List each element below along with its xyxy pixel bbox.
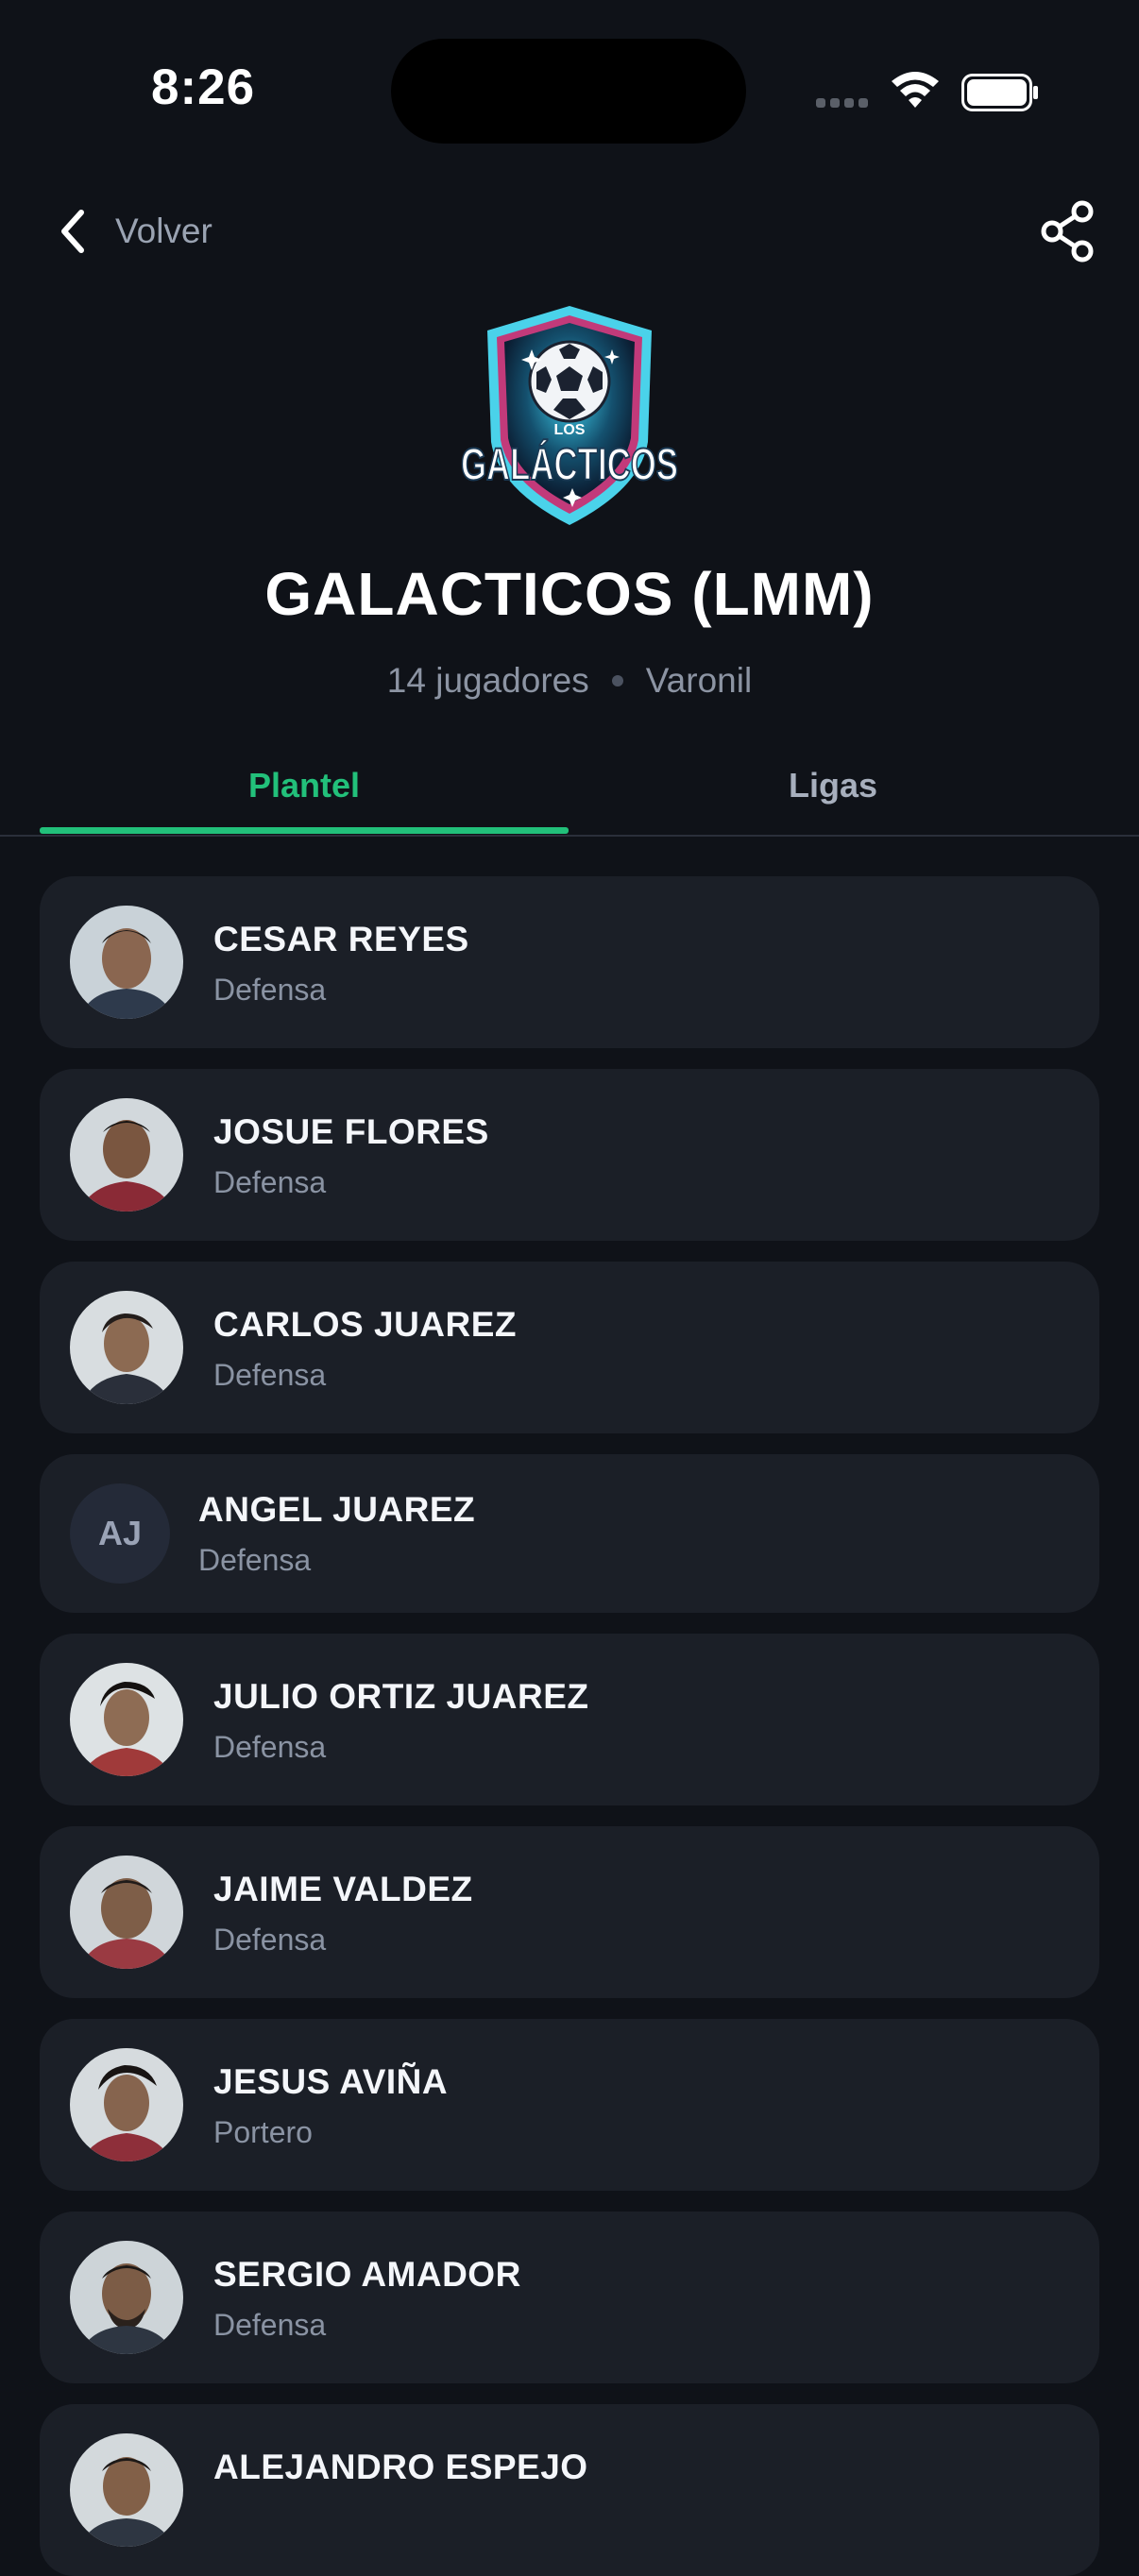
player-name: JOSUE FLORES (213, 1112, 489, 1151)
player-name: CESAR REYES (213, 920, 469, 958)
meta-separator-dot (611, 675, 623, 686)
player-name: JULIO ORTIZ JUAREZ (213, 1677, 589, 1716)
share-icon[interactable] (1035, 198, 1101, 264)
tab-plantel[interactable]: Plantel (40, 737, 569, 835)
player-card[interactable]: JAIME VALDEZ Defensa (40, 1826, 1099, 1998)
back-button[interactable]: Volver (55, 202, 212, 261)
player-position: Defensa (213, 1358, 327, 1392)
chevron-left-icon (61, 210, 84, 253)
player-card[interactable]: JESUS AVIÑA Portero (40, 2019, 1099, 2191)
team-category: Varonil (645, 661, 753, 700)
player-position: Defensa (213, 1730, 327, 1764)
player-avatar (70, 2048, 183, 2161)
player-card[interactable]: JOSUE FLORES Defensa (40, 1069, 1099, 1241)
player-position: Portero (213, 2115, 313, 2149)
team-crest-logo: LOS GALÁCTICOS (460, 306, 679, 525)
player-card[interactable]: JULIO ORTIZ JUAREZ Defensa (40, 1634, 1099, 1805)
tab-ligas[interactable]: Ligas (569, 737, 1097, 835)
player-name: CARLOS JUAREZ (213, 1305, 518, 1344)
player-card[interactable]: SERGIO AMADOR Defensa (40, 2212, 1099, 2383)
player-position: Defensa (213, 2308, 327, 2342)
dynamic-island (391, 39, 746, 144)
player-name: JESUS AVIÑA (213, 2062, 449, 2101)
player-avatar (70, 1098, 183, 1212)
player-position: Defensa (213, 973, 327, 1007)
player-card[interactable]: AJ ANGEL JUAREZ Defensa (40, 1454, 1099, 1613)
top-navigation: Volver (0, 189, 1139, 274)
team-meta: 14 jugadores Varonil (0, 661, 1139, 701)
wifi-icon (892, 72, 939, 108)
player-card[interactable]: ALEJANDRO ESPEJO (40, 2404, 1099, 2576)
player-avatar (70, 2241, 183, 2354)
player-position: Defensa (198, 1543, 312, 1577)
status-bar: 8:26 (0, 0, 1139, 179)
battery-icon (961, 74, 1038, 111)
players-count: 14 jugadores (386, 661, 589, 700)
active-tab-indicator (40, 827, 569, 834)
player-position: Defensa (213, 1165, 327, 1199)
player-avatar (70, 1663, 183, 1776)
player-name: ALEJANDRO ESPEJO (213, 2448, 588, 2486)
status-time: 8:26 (151, 59, 256, 115)
crest-top-text: LOS (554, 422, 586, 438)
player-avatar (70, 1291, 183, 1404)
team-name: GALACTICOS (LMM) (264, 560, 875, 628)
player-name: SERGIO AMADOR (213, 2255, 521, 2294)
player-name: ANGEL JUAREZ (198, 1490, 476, 1529)
player-name: JAIME VALDEZ (213, 1870, 473, 1908)
player-avatar (70, 2433, 183, 2547)
back-label: Volver (115, 212, 212, 250)
player-card[interactable]: CARLOS JUAREZ Defensa (40, 1262, 1099, 1433)
player-position: Defensa (213, 1923, 327, 1957)
player-initials-avatar: AJ (70, 1483, 170, 1584)
player-avatar (70, 906, 183, 1019)
player-avatar (70, 1856, 183, 1969)
crest-main-text: GALÁCTICOS (461, 439, 678, 490)
cellular-signal-icon (816, 98, 868, 108)
player-card[interactable]: CESAR REYES Defensa (40, 876, 1099, 1048)
tab-bar: Plantel Ligas (0, 737, 1139, 837)
